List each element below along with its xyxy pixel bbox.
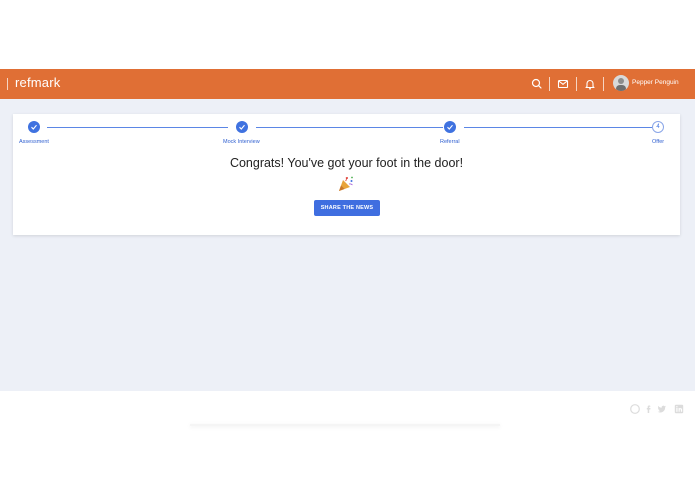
username[interactable]: Pepper Penguin	[632, 79, 679, 86]
step-connector	[47, 127, 228, 128]
github-icon[interactable]	[630, 404, 640, 414]
footer	[0, 391, 695, 494]
linkedin-icon[interactable]	[674, 404, 684, 414]
avatar[interactable]	[613, 75, 629, 91]
search-icon[interactable]	[530, 77, 544, 91]
navbar-divider	[576, 77, 577, 91]
step-2-check-icon	[236, 121, 248, 133]
mail-icon[interactable]	[556, 77, 570, 91]
step-connector	[256, 127, 443, 128]
twitter-icon[interactable]	[657, 404, 667, 414]
facebook-icon[interactable]	[644, 404, 654, 414]
brand-logo[interactable]: refmark	[15, 75, 60, 90]
congrats-message: Congrats! You've got your foot in the do…	[229, 156, 464, 170]
step-label-offer: Offer	[652, 139, 665, 145]
step-label-referral: Referral	[440, 139, 460, 145]
step-4-indicator: 4	[652, 121, 664, 133]
party-popper-icon	[339, 176, 353, 191]
step-1-check-icon	[28, 121, 40, 133]
step-3-check-icon	[444, 121, 456, 133]
footer-divider	[190, 424, 500, 426]
step-connector	[464, 127, 652, 128]
navbar-divider	[549, 77, 550, 91]
step-label-mock-interview: Mock Interview	[223, 139, 260, 145]
progress-card: 4 Assessment Mock Interview Referral Off…	[13, 114, 680, 235]
step-label-assessment: Assessment	[19, 139, 49, 145]
share-news-button[interactable]: SHARE THE NEWS	[314, 200, 380, 216]
main-content: 4 Assessment Mock Interview Referral Off…	[0, 99, 695, 391]
top-navbar: refmark Pepper Penguin	[0, 69, 695, 99]
brand-divider	[7, 78, 8, 90]
bell-icon[interactable]	[583, 77, 597, 91]
navbar-divider	[603, 77, 604, 91]
